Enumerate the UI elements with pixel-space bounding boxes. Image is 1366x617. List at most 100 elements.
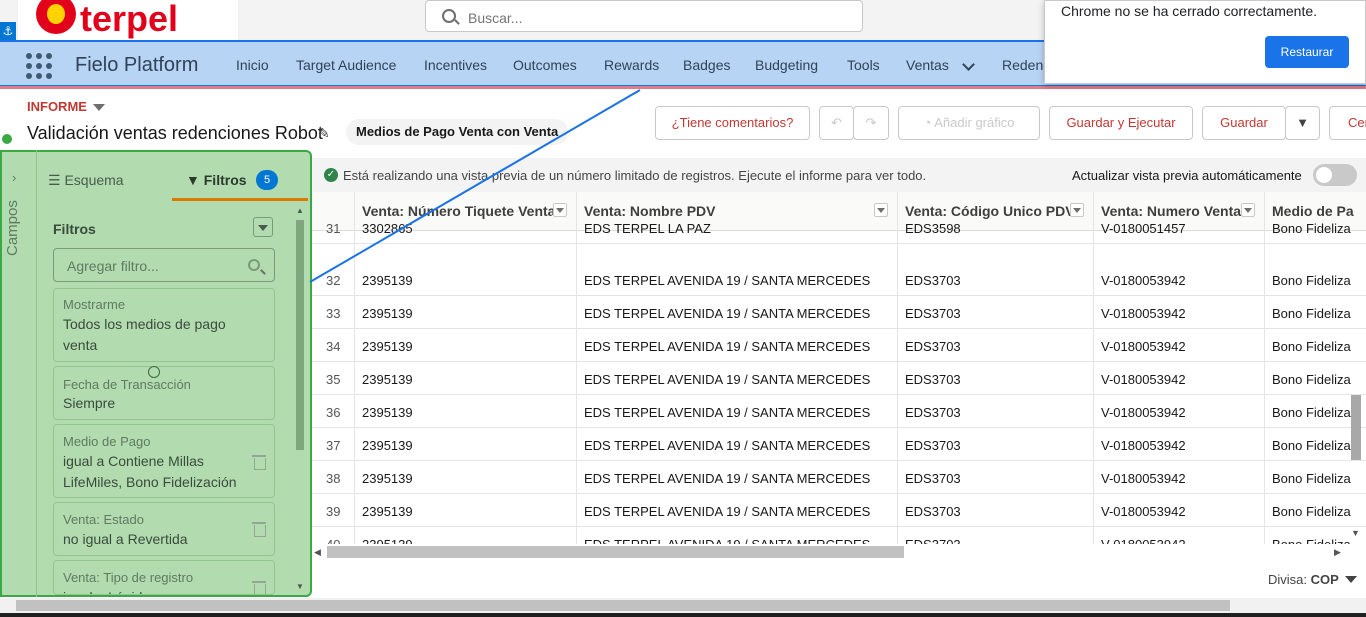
nav-item-tools[interactable]: Tools (847, 57, 880, 73)
column-menu-icon[interactable] (1070, 203, 1084, 217)
add-chart-button[interactable]: ◔ Añadir gráfico (898, 106, 1040, 140)
app-launcher-icon[interactable] (26, 53, 52, 79)
search-input[interactable]: Buscar... (425, 0, 863, 32)
cell-codigo-pdv: EDS3703 (905, 339, 961, 354)
row-number: 34 (326, 339, 341, 354)
close-button[interactable]: Cer (1329, 106, 1366, 140)
cell-medio-pago: Bono Fideliza (1272, 306, 1351, 321)
filter-label: Venta: Tipo de registro (63, 570, 194, 585)
campos-label[interactable]: Campos (4, 200, 21, 256)
currency-value: COP (1310, 572, 1339, 587)
nav-item-badges[interactable]: Badges (683, 57, 730, 73)
filter-card-fecha[interactable]: Fecha de Transacción Siempre (53, 366, 275, 420)
table-row[interactable]: 36 2395139 EDS TERPEL AVENIDA 19 / SANTA M… (312, 395, 1366, 428)
add-filter-input[interactable]: Agregar filtro... (53, 248, 275, 282)
filter-label: Mostrarme (63, 297, 126, 312)
nav-item-incentives[interactable]: Incentives (424, 57, 487, 73)
nav-item-inicio[interactable]: Inicio (236, 57, 269, 73)
undo-button[interactable]: ↶ (819, 106, 854, 140)
table-row[interactable]: 38 2395139 EDS TERPEL AVENIDA 19 / SANTA M… (312, 461, 1366, 494)
cell-codigo-pdv: EDS3703 (905, 504, 961, 519)
filter-value: no igual a Revertida (63, 531, 188, 547)
auto-update-toggle[interactable] (1313, 164, 1357, 186)
filter-card-medio-pago[interactable]: Medio de Pago igual a Contiene Millas Li… (53, 424, 275, 498)
tab-filtros[interactable]: ▼ Filtros (186, 172, 247, 188)
cell-numero-venta: V-0180053942 (1101, 339, 1186, 354)
cell-tiquete: 2395139 (362, 405, 413, 420)
column-header-numero-venta[interactable]: Venta: Numero Venta (1101, 203, 1241, 219)
caret-down-icon[interactable] (93, 104, 105, 111)
cell-tiquete: 2395139 (362, 339, 413, 354)
cell-numero-venta: V-0180053942 (1101, 438, 1186, 453)
chevron-right-icon[interactable]: › (12, 170, 16, 185)
cell-nombre-pdv: EDS TERPEL AVENIDA 19 / SANTA MERCEDES (584, 372, 871, 387)
save-options-button[interactable]: ▼ (1285, 106, 1320, 140)
chrome-restore-popup: Chrome no se ha cerrado correctamente. R… (1044, 0, 1366, 84)
table-vertical-scroll-thumb[interactable] (1351, 395, 1361, 460)
anchor-icon: ⚓ (0, 22, 16, 40)
currency-indicator[interactable]: Divisa: COP (1268, 572, 1339, 587)
column-header-medio-pago[interactable]: Medio de Pa (1272, 203, 1354, 219)
chart-icon: ◔ (923, 115, 935, 130)
filters-menu-button[interactable] (253, 217, 273, 237)
table-row[interactable]: 39 2395139 EDS TERPEL AVENIDA 19 / SANTA M… (312, 494, 1366, 527)
search-icon (442, 9, 456, 23)
report-kind-label[interactable]: INFORME (27, 99, 87, 114)
cell-medio-pago: Bono Fideliza (1272, 537, 1351, 544)
column-menu-icon[interactable] (1241, 203, 1255, 217)
search-placeholder: Buscar... (468, 10, 523, 26)
table-row[interactable]: 35 2395139 EDS TERPEL AVENIDA 19 / SANTA M… (312, 362, 1366, 395)
cell-medio-pago: Bono Fideliza (1272, 504, 1351, 519)
tab-filtros-label: Filtros (203, 172, 247, 188)
table-row[interactable]: 40 2395139 EDS TERPEL AVENIDA 19 / SANTA M… (312, 527, 1366, 544)
cell-codigo-pdv: EDS3703 (905, 372, 961, 387)
scroll-right-arrow-icon[interactable]: ▶ (1334, 547, 1341, 558)
delete-filter-icon[interactable] (252, 522, 266, 537)
annotation-line (309, 89, 641, 283)
scroll-left-arrow-icon[interactable]: ◀ (314, 547, 321, 558)
row-number: 37 (326, 438, 341, 453)
tab-esquema[interactable]: ☰ Esquema (48, 172, 124, 189)
nav-item-rewards[interactable]: Rewards (604, 57, 659, 73)
filter-card-mostrarme[interactable]: Mostrarme Todos los medios de pago venta (53, 288, 275, 362)
column-header-codigo-pdv[interactable]: Venta: Código Unico PDV (905, 203, 1075, 219)
filter-icon: ▼ (186, 172, 204, 188)
cell-tiquete: 2395139 (362, 471, 413, 486)
nav-item-outcomes[interactable]: Outcomes (513, 57, 577, 73)
table-row[interactable]: 37 2395139 EDS TERPEL AVENIDA 19 / SANTA M… (312, 428, 1366, 461)
cell-nombre-pdv: EDS TERPEL AVENIDA 19 / SANTA MERCEDES (584, 306, 871, 321)
table-row[interactable]: 33 2395139 EDS TERPEL AVENIDA 19 / SANTA M… (312, 296, 1366, 329)
cell-medio-pago: Bono Fideliza (1272, 221, 1351, 236)
cell-medio-pago: Bono Fideliza (1272, 471, 1351, 486)
chevron-down-icon[interactable] (962, 58, 975, 71)
redo-button[interactable]: ↷ (853, 106, 889, 140)
nav-item-target-audience[interactable]: Target Audience (296, 57, 396, 73)
cell-codigo-pdv: EDS3703 (905, 438, 961, 453)
scroll-down-arrow-icon[interactable]: ▼ (296, 582, 304, 591)
delete-filter-icon[interactable] (252, 581, 266, 594)
cell-numero-venta: V-0180053942 (1101, 504, 1186, 519)
cell-nombre-pdv: EDS TERPEL AVENIDA 19 / SANTA MERCEDES (584, 405, 871, 420)
save-run-button[interactable]: Guardar y Ejecutar (1049, 106, 1193, 140)
add-filter-placeholder: Agregar filtro... (67, 258, 159, 274)
page-horizontal-scroll-thumb[interactable] (16, 600, 1230, 611)
filter-card-estado[interactable]: Venta: Estado no igual a Revertida (53, 502, 275, 556)
currency-label: Divisa: (1268, 572, 1308, 587)
row-number: 40 (326, 537, 340, 544)
table-horizontal-scroll-thumb[interactable] (327, 546, 904, 558)
row-number: 39 (326, 504, 341, 519)
caret-down-icon[interactable] (1345, 576, 1357, 583)
feedback-button[interactable]: ¿Tiene comentarios? (655, 106, 810, 140)
filter-card-tipo-registro[interactable]: Venta: Tipo de registro igual a Lápida (53, 560, 275, 595)
column-menu-icon[interactable] (874, 203, 888, 217)
delete-filter-icon[interactable] (252, 455, 266, 470)
list-icon: ☰ (48, 172, 65, 188)
scroll-down-arrow-icon[interactable]: ▼ (1351, 528, 1360, 538)
tab-esquema-label: Esquema (64, 172, 124, 188)
save-button[interactable]: Guardar (1202, 106, 1286, 140)
nav-item-ventas[interactable]: Ventas (906, 57, 949, 73)
cell-codigo-pdv: EDS3598 (905, 221, 961, 236)
nav-item-budgeting[interactable]: Budgeting (755, 57, 818, 73)
restore-button[interactable]: Restaurar (1265, 36, 1349, 68)
table-row[interactable]: 34 2395139 EDS TERPEL AVENIDA 19 / SANTA M… (312, 329, 1366, 362)
